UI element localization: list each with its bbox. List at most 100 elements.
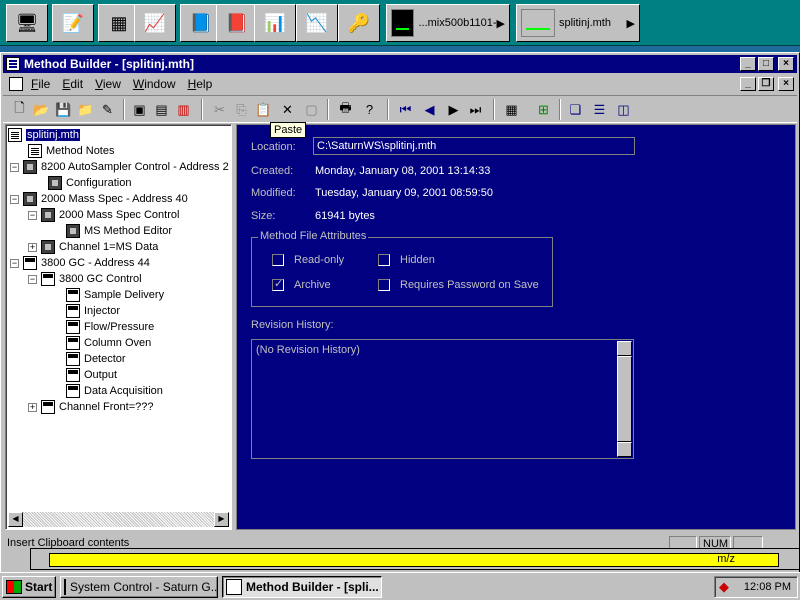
list-view-icon[interactable]: ▦ (501, 99, 522, 120)
last-icon[interactable]: ⏭ (465, 99, 486, 120)
ms-control-icon: 📕 (225, 12, 249, 33)
arrow-right-icon: ▶ (496, 17, 505, 30)
tree-item-data-acquisition[interactable]: Data Acquisition (66, 383, 163, 399)
modified-value: Tuesday, January 09, 2001 08:59:50 (315, 187, 493, 199)
tree-item-autosampler[interactable]: −8200 AutoSampler Control - Address 26 (10, 159, 229, 175)
open-icon[interactable]: 📂 (31, 99, 52, 120)
doc-minimize-button[interactable]: _ (740, 77, 756, 91)
first-icon[interactable]: ⏮ (395, 99, 416, 120)
collapse-icon[interactable]: − (10, 194, 19, 204)
chromatogram-launcher-button[interactable]: 📈 (134, 4, 176, 42)
ms-control-launcher-button[interactable]: 📕 (216, 4, 258, 42)
tree-item-channel-front[interactable]: + Channel Front=??? (28, 399, 153, 415)
calibration-launcher-button[interactable]: 📉 (296, 4, 338, 42)
tree-item-gc[interactable]: −3800 GC - Address 44 (10, 255, 150, 271)
delete-icon[interactable]: ✕ (277, 99, 298, 120)
method-file-icon (8, 128, 22, 142)
hidden-checkbox[interactable]: Hidden (378, 254, 435, 266)
ms-editor-icon (66, 224, 80, 238)
security-launcher-button[interactable]: 🔑 (338, 4, 380, 42)
scroll-right-icon[interactable]: ▶ (214, 512, 229, 527)
menu-file[interactable]: File (31, 77, 50, 91)
collapse-icon[interactable]: − (28, 210, 37, 220)
readonly-checkbox[interactable]: Read-only (272, 254, 344, 266)
tree-item-ms-editor[interactable]: MS Method Editor (66, 223, 172, 239)
checkbox-icon (378, 254, 390, 266)
scroll-track[interactable] (23, 512, 214, 527)
requires-password-checkbox[interactable]: Requires Password on Save (378, 279, 539, 291)
tree-item-column-oven[interactable]: Column Oven (66, 335, 151, 351)
tree-view-icon[interactable]: ⊞ (533, 99, 554, 120)
tree-item-channel1[interactable]: + Channel 1=MS Data (28, 239, 158, 255)
revision-history-box[interactable]: (No Revision History) ▲ ▼ (251, 339, 634, 459)
output-icon (66, 368, 80, 382)
collapse-icon[interactable]: − (28, 274, 37, 284)
tree-item-gc-control[interactable]: −3800 GC Control (28, 271, 142, 287)
tile-horizontal-icon[interactable]: ☰ (589, 99, 610, 120)
archive-checkbox[interactable]: Archive (272, 277, 331, 291)
tile-vertical-icon[interactable]: ◫ (613, 99, 634, 120)
collapse-icon[interactable]: − (10, 258, 19, 268)
tree-item-mass-spec[interactable]: −2000 Mass Spec - Address 40 (10, 191, 188, 207)
clock: 12:08 PM (743, 581, 791, 593)
close-button[interactable]: × (778, 57, 794, 71)
tree-item-root[interactable]: splitinj.mth (8, 127, 81, 143)
help-icon[interactable]: ? (359, 99, 380, 120)
collapse-icon[interactable]: − (10, 162, 19, 172)
properties-icon[interactable]: ▢ (301, 99, 322, 120)
wizard-icon[interactable]: ✎ (97, 99, 118, 120)
chromatogram-task-button[interactable]: ...mix500b1101- ▶ (386, 4, 510, 42)
next-icon[interactable]: ▶ (443, 99, 464, 120)
doc-close-button[interactable]: × (778, 77, 794, 91)
tray-app-icon[interactable]: ◆ (719, 580, 735, 594)
scroll-thumb[interactable] (617, 356, 632, 442)
tree-item-ms-control[interactable]: −2000 Mass Spec Control (28, 207, 179, 223)
insert-module-icon[interactable]: ▤ (151, 99, 172, 120)
method-builder-launcher-button[interactable]: 📝 (52, 4, 94, 42)
open-folder-icon[interactable]: 📁 (75, 99, 96, 120)
location-field[interactable]: C:\SaturnWS\splitinj.mth (313, 137, 635, 155)
menu-window[interactable]: Window (133, 77, 176, 91)
paste-icon[interactable]: 📋 (253, 99, 274, 120)
minimize-button[interactable]: _ (740, 57, 756, 71)
scroll-down-icon[interactable]: ▼ (617, 442, 632, 457)
key-icon: 🔑 (347, 12, 371, 33)
tree-item-detector[interactable]: Detector (66, 351, 126, 367)
checkbox-icon (378, 279, 390, 291)
tree-item-method-notes[interactable]: Method Notes (28, 143, 114, 159)
save-icon[interactable]: 💾 (53, 99, 74, 120)
print-icon[interactable]: 🖶 (335, 99, 356, 120)
expand-icon[interactable]: + (28, 242, 37, 252)
expand-icon[interactable]: + (28, 402, 37, 412)
tree-item-injector[interactable]: Injector (66, 303, 120, 319)
taskbar-method-builder[interactable]: Method Builder - [spli... (222, 576, 382, 598)
size-label: Size: (251, 210, 276, 222)
ms-spectra-launcher-button[interactable]: 📊 (254, 4, 296, 42)
copy-icon[interactable]: ⎘ (231, 99, 252, 120)
cascade-icon[interactable]: ❏ (565, 99, 586, 120)
tree-item-configuration[interactable]: Configuration (48, 175, 131, 191)
tree-item-sample-delivery[interactable]: Sample Delivery (66, 287, 164, 303)
tree-item-flow-pressure[interactable]: Flow/Pressure (66, 319, 154, 335)
tree-horizontal-scrollbar[interactable]: ◀ ▶ (8, 512, 229, 527)
mass-spec-icon (23, 192, 37, 206)
scroll-left-icon[interactable]: ◀ (8, 512, 23, 527)
menu-edit[interactable]: Edit (62, 77, 83, 91)
tree-item-output[interactable]: Output (66, 367, 117, 383)
new-icon[interactable]: 🗋 (9, 99, 30, 120)
add-module-icon[interactable]: ▣ (129, 99, 150, 120)
taskbar-system-control[interactable]: System Control - Saturn G... (60, 576, 218, 598)
method-task-button[interactable]: splitinj.mth ▶ (516, 4, 640, 42)
document-icon[interactable] (9, 77, 23, 91)
start-button[interactable]: Start (2, 576, 56, 598)
previous-icon[interactable]: ◀ (419, 99, 440, 120)
scroll-up-icon[interactable]: ▲ (617, 341, 632, 356)
doc-restore-button[interactable]: ❐ (758, 77, 774, 91)
system-control-launcher-button[interactable]: 🖥 (6, 4, 48, 42)
cut-icon[interactable]: ✂ (209, 99, 230, 120)
menu-help[interactable]: Help (188, 77, 213, 91)
revision-scrollbar[interactable]: ▲ ▼ (617, 341, 632, 457)
maximize-button[interactable]: □ (758, 57, 774, 71)
delete-module-icon[interactable]: ▥ (173, 99, 194, 120)
menu-view[interactable]: View (95, 77, 121, 91)
